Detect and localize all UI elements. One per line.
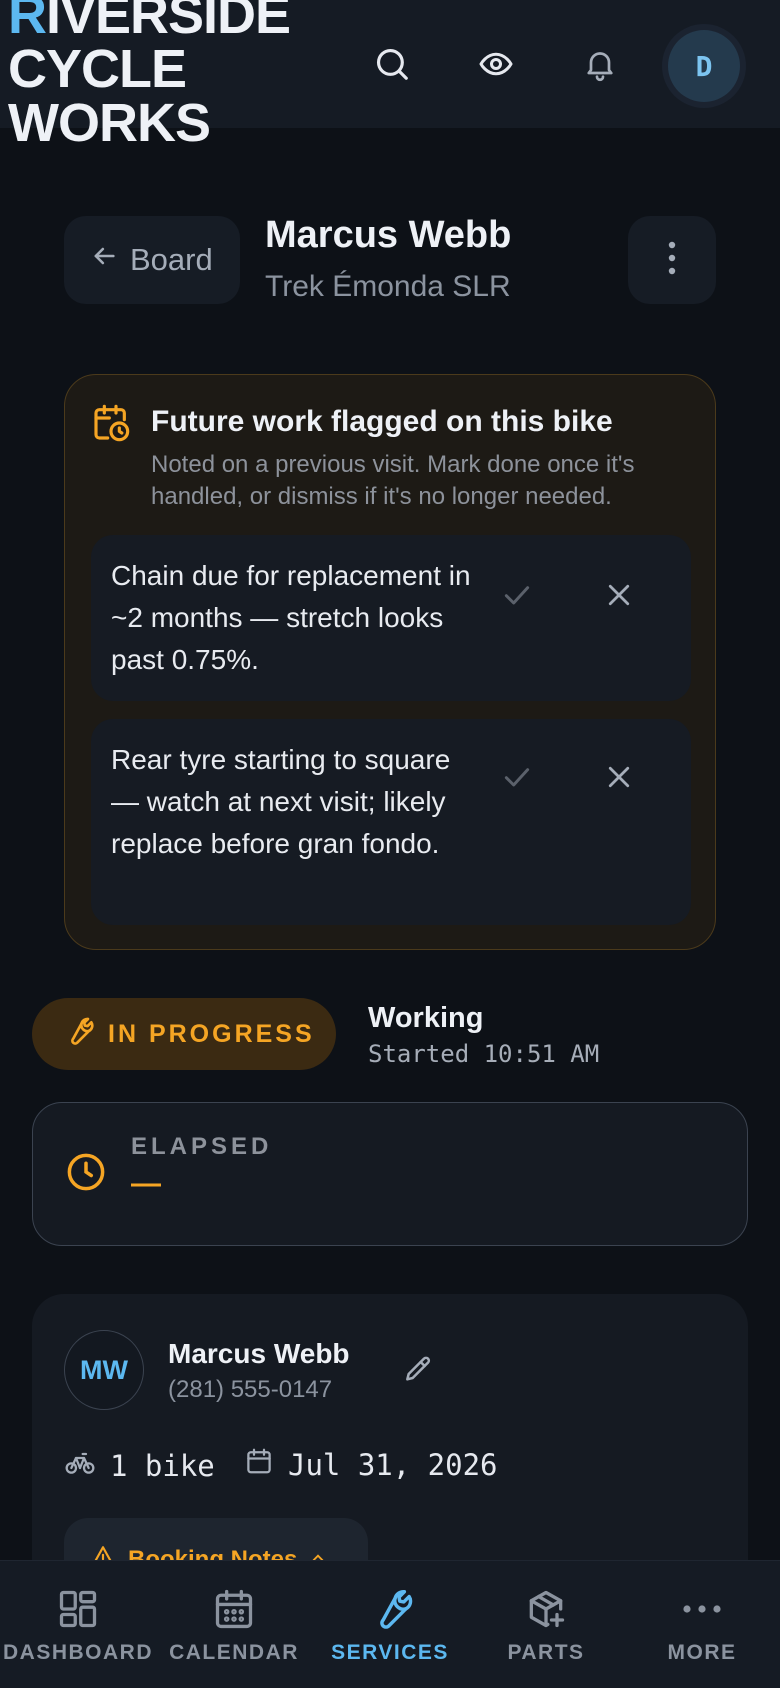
check-icon[interactable] — [493, 753, 541, 801]
booking-date: Jul 31, 2026 — [244, 1446, 498, 1483]
search-icon[interactable] — [368, 40, 416, 88]
bicycle-icon — [64, 1446, 96, 1485]
brand-logo[interactable]: RIVERSIDE CYCLE WORKS — [8, 0, 291, 153]
package-plus-icon — [524, 1585, 568, 1633]
clock-icon — [65, 1151, 107, 1198]
brand-line-3: WORKS — [8, 93, 211, 153]
customer-avatar: MW — [64, 1330, 144, 1410]
customer-name: Marcus Webb — [168, 1338, 350, 1369]
flag-item: Chain due for replacement in ~2 months —… — [91, 535, 691, 701]
horizontal-dots-icon — [682, 1585, 722, 1633]
app-header: RIVERSIDE CYCLE WORKS D — [0, 0, 780, 150]
nav-dashboard[interactable]: DASHBOARD — [0, 1561, 156, 1688]
nav-calendar[interactable]: CALENDAR — [156, 1561, 312, 1688]
bike-model: Trek Émonda SLR — [265, 270, 511, 303]
wrench-icon — [62, 1015, 94, 1054]
booking-date-text: Jul 31, 2026 — [288, 1447, 498, 1482]
nav-label: PARTS — [507, 1641, 585, 1664]
wrench-icon — [367, 1585, 413, 1633]
bike-count-text: 1 bike — [110, 1448, 215, 1483]
dashboard-icon — [56, 1585, 100, 1633]
nav-parts[interactable]: PARTS — [468, 1561, 624, 1688]
elapsed-label: ELAPSED — [131, 1133, 273, 1160]
status-title: Working — [368, 1002, 484, 1034]
eye-icon[interactable] — [472, 40, 520, 88]
brand-line-2: CYCLE — [8, 39, 187, 99]
flag-item: Rear tyre starting to square — watch at … — [91, 719, 691, 925]
pencil-icon[interactable] — [396, 1348, 440, 1392]
bottom-navigation: DASHBOARD CALENDAR SERVICES PARTS MORE — [0, 1560, 780, 1688]
vertical-dots-icon — [667, 241, 677, 280]
flag-item-text: Chain due for replacement in ~2 months —… — [111, 560, 471, 675]
status-badge[interactable]: IN PROGRESS — [32, 998, 336, 1070]
bell-icon[interactable] — [576, 40, 624, 88]
nav-more[interactable]: MORE — [624, 1561, 780, 1688]
calendar-icon — [244, 1446, 274, 1483]
customer-phone[interactable]: (281) 555-0147 — [168, 1376, 332, 1404]
nav-label: CALENDAR — [169, 1641, 299, 1664]
status-badge-label: IN PROGRESS — [108, 1019, 315, 1048]
calendar-clock-icon — [91, 403, 131, 448]
close-icon[interactable] — [595, 753, 643, 801]
nav-label: SERVICES — [331, 1641, 449, 1664]
back-button-label: Board — [130, 242, 213, 277]
flag-item-text: Rear tyre starting to square — watch at … — [111, 744, 451, 859]
arrow-left-icon — [90, 242, 118, 278]
future-work-subtitle: Noted on a previous visit. Mark done onc… — [151, 451, 635, 510]
nav-label: DASHBOARD — [3, 1641, 153, 1664]
user-avatar-initial: D — [668, 30, 740, 102]
nav-label: MORE — [667, 1641, 737, 1664]
nav-services[interactable]: SERVICES — [312, 1561, 468, 1688]
user-avatar-button[interactable]: D — [662, 24, 746, 108]
close-icon[interactable] — [595, 571, 643, 619]
check-icon[interactable] — [493, 571, 541, 619]
future-work-card: Future work flagged on this bike Noted o… — [64, 374, 716, 950]
elapsed-timer-card: ELAPSED — — [32, 1102, 748, 1246]
bike-count: 1 bike — [64, 1446, 215, 1485]
future-work-title: Future work flagged on this bike — [151, 405, 613, 438]
page-title: Marcus Webb — [265, 214, 512, 256]
elapsed-value: — — [131, 1167, 161, 1200]
back-to-board-button[interactable]: Board — [64, 216, 240, 304]
more-options-button[interactable] — [628, 216, 716, 304]
calendar-grid-icon — [212, 1585, 256, 1633]
status-started-time: Started 10:51 AM — [368, 1040, 600, 1068]
